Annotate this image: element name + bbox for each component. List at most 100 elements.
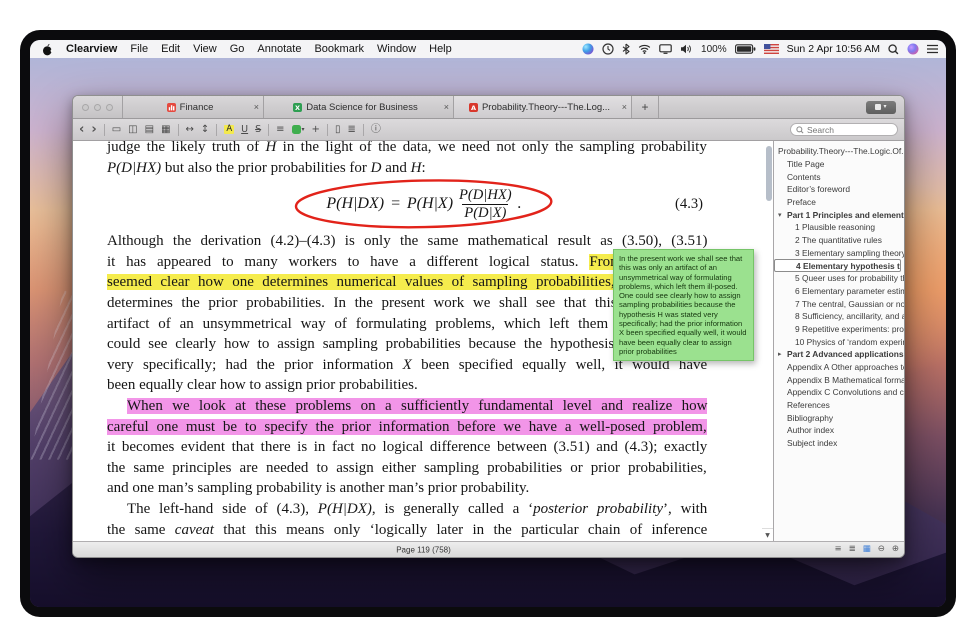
caret-down-icon[interactable]: ▾: [778, 211, 787, 219]
toc-item-author-index[interactable]: Author index: [774, 424, 904, 437]
toc-item-part-1-principles-and-elementary[interactable]: ▾Part 1 Principles and elementary...: [774, 208, 904, 221]
tab-close-icon[interactable]: ×: [622, 102, 627, 112]
clock-icon[interactable]: [602, 43, 614, 55]
toc-item-contents[interactable]: Contents: [774, 170, 904, 183]
menu-go[interactable]: Go: [230, 43, 245, 55]
menu-bookmark[interactable]: Bookmark: [314, 43, 364, 55]
zoom-out-icon[interactable]: ⊖: [878, 545, 885, 554]
toc-item-bibliography[interactable]: Bibliography: [774, 411, 904, 424]
zoom-button[interactable]: [106, 104, 113, 111]
toc-item-editor-s-foreword[interactable]: Editor’s foreword: [774, 183, 904, 196]
select-tool-icon[interactable]: +: [312, 125, 320, 135]
nav-back-icon[interactable]: ‹: [79, 123, 84, 136]
colored-app-icon[interactable]: [582, 43, 594, 55]
yellow-highlight: seemed clear how one determines numerica…: [107, 274, 615, 290]
toc-item-appendix-b-mathematical-formalit[interactable]: Appendix B Mathematical formalit...: [774, 373, 904, 386]
input-language-flag-icon[interactable]: [764, 44, 779, 54]
toc-label: Appendix B Mathematical formalit...: [787, 375, 904, 385]
apple-menu-icon[interactable]: [42, 43, 53, 56]
toc-item-1-plausible-reasoning[interactable]: 1 Plausible reasoning: [774, 221, 904, 234]
toc-item-8-sufficiency-ancillarity-and-a[interactable]: 8 Sufficiency, ancillarity, and a...: [774, 310, 904, 323]
view-mode-button[interactable]: ▾: [866, 101, 896, 114]
menu-clock[interactable]: Sun 2 Apr 10:56 AM: [787, 43, 880, 55]
text-run: posterior probability: [533, 501, 663, 517]
tab-close-icon[interactable]: ×: [444, 102, 449, 112]
info-button-icon[interactable]: ⓘ: [371, 125, 381, 135]
wifi-icon[interactable]: [638, 44, 651, 54]
toc-item-3-elementary-sampling-theory[interactable]: 3 Elementary sampling theory: [774, 247, 904, 260]
toc-item-preface[interactable]: Preface: [774, 196, 904, 209]
outline-options-icon[interactable]: ≡: [834, 545, 841, 554]
excel-doc-icon: X: [293, 103, 302, 112]
caret-right-icon[interactable]: ▸: [778, 350, 787, 358]
content-scrollbar[interactable]: [764, 141, 773, 529]
pen-color-swatch: [292, 125, 301, 134]
view-single-page-icon[interactable]: ▭: [112, 125, 121, 135]
nav-forward-icon[interactable]: ›: [91, 123, 96, 136]
toc-item-9-repetitive-experiments-prob[interactable]: 9 Repetitive experiments: prob...: [774, 323, 904, 336]
toc-item-2-the-quantitative-rules[interactable]: 2 The quantitative rules: [774, 234, 904, 247]
strikeout-tool-icon[interactable]: S: [255, 125, 261, 135]
thumbnails-panel-icon[interactable]: ▯: [335, 125, 341, 135]
toc-item-probability-theory-the-logic-of[interactable]: Probability.Theory---The.Logic.Of...: [774, 145, 904, 158]
underline-tool-icon[interactable]: U: [241, 125, 248, 135]
zoom-in-icon[interactable]: ⊕: [892, 545, 899, 554]
new-tab-button[interactable]: +: [632, 96, 659, 118]
text-run: judge the likely truth of: [107, 141, 265, 155]
display-icon[interactable]: [659, 44, 672, 54]
toc-item-appendix-c-convolutions-and-cu[interactable]: Appendix C Convolutions and cu...: [774, 386, 904, 399]
menu-edit[interactable]: Edit: [161, 43, 180, 55]
siri-icon[interactable]: [907, 43, 919, 55]
zoom-fit-width-icon[interactable]: ↔: [186, 125, 194, 135]
close-button[interactable]: [82, 104, 89, 111]
tab-probability-theory-the-log[interactable]: AProbability.Theory---The.Log...×: [454, 96, 632, 118]
toc-label: 8 Sufficiency, ancillarity, and a...: [795, 311, 904, 321]
toc-item-appendix-a-other-approaches-to[interactable]: Appendix A Other approaches to...: [774, 361, 904, 374]
notification-center-icon[interactable]: [927, 44, 938, 54]
text-run: H: [411, 160, 422, 176]
menu-window[interactable]: Window: [377, 43, 416, 55]
toc-item-4-elementary-hypothesis-testing[interactable]: 4 Elementary hypothesis testing: [774, 259, 901, 272]
text-settings-icon[interactable]: ≡: [276, 125, 284, 135]
status-bar: Page 119 (758) ≡≣▦⊖⊕: [73, 541, 904, 557]
toc-item-6-elementary-parameter-estima[interactable]: 6 Elementary parameter estima...: [774, 285, 904, 298]
view-grid-icon[interactable]: ▦: [161, 125, 170, 135]
menu-help[interactable]: Help: [429, 43, 452, 55]
annotations-panel-icon[interactable]: ≣: [347, 125, 355, 135]
volume-icon[interactable]: [680, 44, 693, 54]
menu-file[interactable]: File: [130, 43, 148, 55]
tab-data-science-for-business[interactable]: XData Science for Business×: [264, 96, 454, 118]
battery-icon[interactable]: [735, 44, 756, 54]
toc-item-references[interactable]: References: [774, 399, 904, 412]
menu-view[interactable]: View: [193, 43, 217, 55]
tab-close-icon[interactable]: ×: [254, 102, 259, 112]
pen-color-picker-icon[interactable]: ▾: [292, 125, 305, 134]
spotlight-icon[interactable]: [888, 44, 899, 55]
bluetooth-icon[interactable]: [622, 43, 630, 55]
toc-label: Appendix C Convolutions and cu...: [787, 387, 904, 397]
zoom-fit-height-icon[interactable]: ↕: [201, 125, 209, 135]
toc-item-subject-index[interactable]: Subject index: [774, 437, 904, 450]
annotation-note[interactable]: In the present work we shall see that th…: [613, 249, 754, 361]
minimize-button[interactable]: [94, 104, 101, 111]
toc-label: 3 Elementary sampling theory: [795, 248, 904, 258]
svg-text:X: X: [295, 104, 300, 112]
tab-finance[interactable]: Finance×: [122, 96, 264, 118]
toc-item-part-2-advanced-applications[interactable]: ▸Part 2 Advanced applications: [774, 348, 904, 361]
toc-item-title-page[interactable]: Title Page: [774, 158, 904, 171]
toc-item-7-the-central-gaussian-or-nor[interactable]: 7 The central, Gaussian or nor...: [774, 297, 904, 310]
thumbnail-grid-icon[interactable]: ▦: [863, 545, 871, 554]
app-menu[interactable]: Clearview: [66, 43, 117, 55]
scroll-down-button[interactable]: ▼: [762, 528, 773, 541]
text-run: in the light of the data, we need not on…: [276, 141, 707, 155]
annotation-list-icon[interactable]: ≣: [849, 545, 856, 554]
toc-item-10-physics-of-random-experim[interactable]: 10 Physics of ‘random experim...: [774, 335, 904, 348]
scrollbar-thumb[interactable]: [766, 146, 772, 201]
view-two-pages-icon[interactable]: ◫: [128, 125, 137, 135]
sidebar-search[interactable]: [790, 123, 898, 136]
toc-item-5-queer-uses-for-probability-th[interactable]: 5 Queer uses for probability th...: [774, 272, 904, 285]
search-input[interactable]: [807, 125, 892, 135]
highlight-tool-icon[interactable]: A: [224, 125, 234, 134]
menu-annotate[interactable]: Annotate: [257, 43, 301, 55]
view-continuous-icon[interactable]: ▤: [145, 125, 154, 135]
